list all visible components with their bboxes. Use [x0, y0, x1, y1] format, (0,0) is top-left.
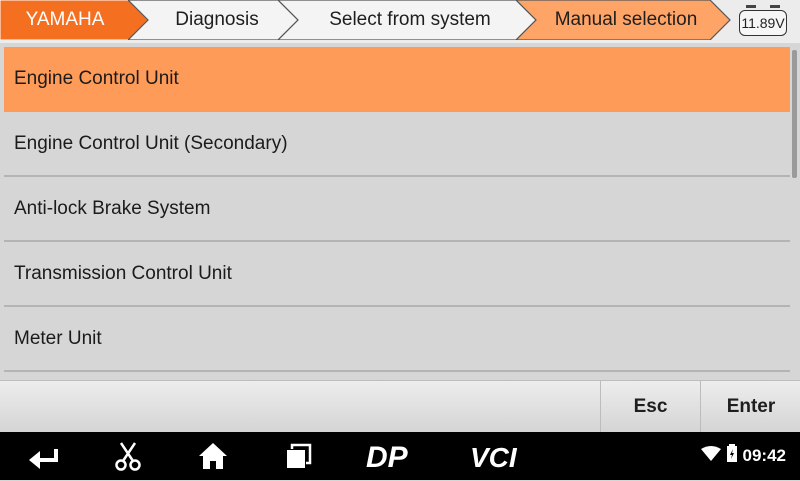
list-item-engine-control-unit[interactable]: Engine Control Unit: [4, 47, 790, 112]
enter-button[interactable]: Enter: [700, 381, 800, 433]
breadcrumb-manual-selection[interactable]: Manual selection: [516, 0, 732, 40]
list-item-meter-unit[interactable]: Meter Unit: [4, 307, 790, 372]
list-item-label: Engine Control Unit (Secondary): [14, 133, 288, 154]
breadcrumb: YAMAHA Diagnosis Select from system Manu…: [0, 0, 800, 43]
battery-icon: [726, 433, 738, 481]
dp-label: DP: [366, 441, 409, 472]
battery-terminal: [770, 5, 780, 8]
vci-label: VCI: [470, 442, 518, 472]
vehicle-battery-voltage: 11.89V: [738, 5, 788, 37]
system-nav-bar: DP VCI 09:42: [0, 432, 800, 480]
back-icon[interactable]: [26, 440, 62, 472]
scissors-icon[interactable]: [112, 440, 144, 472]
breadcrumb-select-from-system[interactable]: Select from system: [278, 0, 538, 40]
breadcrumb-label: Select from system: [329, 9, 491, 30]
battery-terminal: [746, 5, 756, 8]
dp-icon[interactable]: DP: [366, 440, 418, 472]
esc-button[interactable]: Esc: [600, 381, 700, 433]
clock: 09:42: [742, 446, 786, 465]
vci-icon[interactable]: VCI: [470, 440, 532, 472]
breadcrumb-label: Diagnosis: [175, 9, 259, 30]
recent-apps-icon[interactable]: [283, 440, 315, 472]
list-item-label: Transmission Control Unit: [14, 263, 232, 284]
system-list[interactable]: Engine Control Unit Engine Control Unit …: [4, 47, 790, 372]
breadcrumb-label: Manual selection: [554, 9, 698, 30]
wifi-icon: [701, 433, 722, 481]
action-bar: Esc Enter: [0, 380, 800, 433]
list-item-anti-lock-brake-system[interactable]: Anti-lock Brake System: [4, 177, 790, 242]
list-item-transmission-control-unit[interactable]: Transmission Control Unit: [4, 242, 790, 307]
battery-voltage-value: 11.89V: [739, 10, 787, 36]
home-icon[interactable]: [197, 440, 229, 472]
status-area: 09:42: [701, 432, 786, 480]
breadcrumb-label: YAMAHA: [25, 9, 105, 30]
list-item-label: Anti-lock Brake System: [14, 198, 211, 219]
list-item-label: Meter Unit: [14, 328, 102, 349]
breadcrumb-diagnosis[interactable]: Diagnosis: [128, 0, 300, 40]
list-item-label: Engine Control Unit: [14, 68, 179, 89]
list-item-engine-control-unit-secondary[interactable]: Engine Control Unit (Secondary): [4, 112, 790, 177]
list-scrollbar[interactable]: [792, 50, 797, 178]
